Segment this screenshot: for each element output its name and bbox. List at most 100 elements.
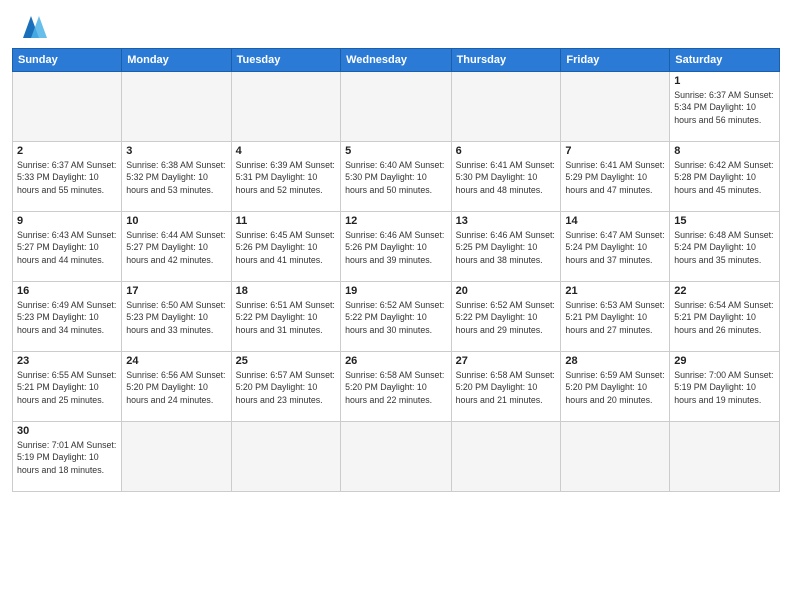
day-info: Sunrise: 7:00 AM Sunset: 5:19 PM Dayligh… [674,369,775,406]
day-number: 6 [456,145,557,157]
calendar-cell: 13 Sunrise: 6:46 AM Sunset: 5:25 PM Dayli… [451,212,561,282]
calendar-table: SundayMondayTuesdayWednesdayThursdayFrid… [12,48,780,492]
calendar-cell: 5 Sunrise: 6:40 AM Sunset: 5:30 PM Daylig… [341,142,452,212]
day-info: Sunrise: 6:41 AM Sunset: 5:30 PM Dayligh… [456,159,557,196]
calendar-cell [341,72,452,142]
logo-icon [15,10,47,42]
day-info: Sunrise: 6:55 AM Sunset: 5:21 PM Dayligh… [17,369,117,406]
day-info: Sunrise: 6:37 AM Sunset: 5:33 PM Dayligh… [17,159,117,196]
day-number: 11 [236,215,336,227]
day-info: Sunrise: 6:47 AM Sunset: 5:24 PM Dayligh… [565,229,665,266]
calendar-cell: 27Sunrise: 6:58 AM Sunset: 5:20 PM Dayli… [451,352,561,422]
calendar-cell [231,72,340,142]
calendar-week-row: 30 Sunrise: 7:01 AM Sunset: 5:19 PM Dayli… [13,422,780,492]
day-info: Sunrise: 6:44 AM Sunset: 5:27 PM Dayligh… [126,229,226,266]
day-number: 13 [456,215,557,227]
calendar-cell: 24Sunrise: 6:56 AM Sunset: 5:20 PM Dayli… [122,352,231,422]
day-number: 15 [674,215,775,227]
calendar-cell: 18Sunrise: 6:51 AM Sunset: 5:22 PM Dayli… [231,282,340,352]
calendar-cell [231,422,340,492]
calendar-cell: 21 Sunrise: 6:53 AM Sunset: 5:21 PM Dayli… [561,282,670,352]
day-number: 30 [17,425,117,437]
calendar-cell: 22Sunrise: 6:54 AM Sunset: 5:21 PM Dayli… [670,282,780,352]
calendar-cell: 8 Sunrise: 6:42 AM Sunset: 5:28 PM Daylig… [670,142,780,212]
weekday-header-row: SundayMondayTuesdayWednesdayThursdayFrid… [13,49,780,72]
calendar-cell: 19 Sunrise: 6:52 AM Sunset: 5:22 PM Dayli… [341,282,452,352]
calendar-cell: 9Sunrise: 6:43 AM Sunset: 5:27 PM Daylig… [13,212,122,282]
calendar-cell: 25 Sunrise: 6:57 AM Sunset: 5:20 PM Dayli… [231,352,340,422]
day-info: Sunrise: 6:53 AM Sunset: 5:21 PM Dayligh… [565,299,665,336]
calendar-cell: 11 Sunrise: 6:45 AM Sunset: 5:26 PM Dayli… [231,212,340,282]
day-number: 4 [236,145,336,157]
weekday-thursday: Thursday [451,49,561,72]
day-info: Sunrise: 6:58 AM Sunset: 5:20 PM Dayligh… [345,369,447,406]
calendar-cell [451,422,561,492]
day-number: 19 [345,285,447,297]
calendar-week-row: 2 Sunrise: 6:37 AM Sunset: 5:33 PM Daylig… [13,142,780,212]
day-info: Sunrise: 6:37 AM Sunset: 5:34 PM Dayligh… [674,89,775,126]
weekday-sunday: Sunday [13,49,122,72]
day-number: 5 [345,145,447,157]
page: SundayMondayTuesdayWednesdayThursdayFrid… [0,0,792,612]
calendar-week-row: 23 Sunrise: 6:55 AM Sunset: 5:21 PM Dayli… [13,352,780,422]
calendar-cell: 3 Sunrise: 6:38 AM Sunset: 5:32 PM Daylig… [122,142,231,212]
day-number: 2 [17,145,117,157]
day-info: Sunrise: 6:46 AM Sunset: 5:26 PM Dayligh… [345,229,447,266]
day-info: Sunrise: 6:38 AM Sunset: 5:32 PM Dayligh… [126,159,226,196]
day-info: Sunrise: 6:45 AM Sunset: 5:26 PM Dayligh… [236,229,336,266]
calendar-cell [122,72,231,142]
day-info: Sunrise: 6:42 AM Sunset: 5:28 PM Dayligh… [674,159,775,196]
day-info: Sunrise: 6:52 AM Sunset: 5:22 PM Dayligh… [345,299,447,336]
calendar-cell: 23 Sunrise: 6:55 AM Sunset: 5:21 PM Dayli… [13,352,122,422]
day-info: Sunrise: 6:46 AM Sunset: 5:25 PM Dayligh… [456,229,557,266]
calendar-cell: 2 Sunrise: 6:37 AM Sunset: 5:33 PM Daylig… [13,142,122,212]
day-number: 3 [126,145,226,157]
day-number: 7 [565,145,665,157]
calendar-cell [451,72,561,142]
day-info: Sunrise: 6:41 AM Sunset: 5:29 PM Dayligh… [565,159,665,196]
day-number: 1 [674,75,775,87]
calendar-cell [341,422,452,492]
calendar-cell [561,422,670,492]
calendar-cell [13,72,122,142]
calendar-cell: 4 Sunrise: 6:39 AM Sunset: 5:31 PM Daylig… [231,142,340,212]
calendar-cell: 10 Sunrise: 6:44 AM Sunset: 5:27 PM Dayli… [122,212,231,282]
day-info: Sunrise: 6:59 AM Sunset: 5:20 PM Dayligh… [565,369,665,406]
day-info: Sunrise: 6:50 AM Sunset: 5:23 PM Dayligh… [126,299,226,336]
day-info: Sunrise: 6:51 AM Sunset: 5:22 PM Dayligh… [236,299,336,336]
calendar-cell: 14Sunrise: 6:47 AM Sunset: 5:24 PM Dayli… [561,212,670,282]
calendar-cell: 16Sunrise: 6:49 AM Sunset: 5:23 PM Dayli… [13,282,122,352]
day-info: Sunrise: 6:57 AM Sunset: 5:20 PM Dayligh… [236,369,336,406]
calendar-cell: 20Sunrise: 6:52 AM Sunset: 5:22 PM Dayli… [451,282,561,352]
day-number: 26 [345,355,447,367]
calendar-cell: 28 Sunrise: 6:59 AM Sunset: 5:20 PM Dayli… [561,352,670,422]
day-number: 29 [674,355,775,367]
weekday-friday: Friday [561,49,670,72]
calendar-cell [561,72,670,142]
day-info: Sunrise: 6:56 AM Sunset: 5:20 PM Dayligh… [126,369,226,406]
day-number: 17 [126,285,226,297]
calendar-cell [670,422,780,492]
day-info: Sunrise: 6:39 AM Sunset: 5:31 PM Dayligh… [236,159,336,196]
calendar-week-row: 16Sunrise: 6:49 AM Sunset: 5:23 PM Dayli… [13,282,780,352]
day-info: Sunrise: 7:01 AM Sunset: 5:19 PM Dayligh… [17,439,117,476]
day-info: Sunrise: 6:58 AM Sunset: 5:20 PM Dayligh… [456,369,557,406]
day-number: 10 [126,215,226,227]
calendar-week-row: 1 Sunrise: 6:37 AM Sunset: 5:34 PM Daylig… [13,72,780,142]
calendar-cell [122,422,231,492]
calendar-week-row: 9Sunrise: 6:43 AM Sunset: 5:27 PM Daylig… [13,212,780,282]
day-number: 28 [565,355,665,367]
day-info: Sunrise: 6:40 AM Sunset: 5:30 PM Dayligh… [345,159,447,196]
logo [12,14,47,42]
calendar-cell: 15Sunrise: 6:48 AM Sunset: 5:24 PM Dayli… [670,212,780,282]
day-number: 25 [236,355,336,367]
day-number: 21 [565,285,665,297]
day-number: 8 [674,145,775,157]
calendar-cell: 7 Sunrise: 6:41 AM Sunset: 5:29 PM Daylig… [561,142,670,212]
day-number: 16 [17,285,117,297]
day-number: 22 [674,285,775,297]
day-info: Sunrise: 6:43 AM Sunset: 5:27 PM Dayligh… [17,229,117,266]
day-number: 23 [17,355,117,367]
weekday-monday: Monday [122,49,231,72]
weekday-tuesday: Tuesday [231,49,340,72]
